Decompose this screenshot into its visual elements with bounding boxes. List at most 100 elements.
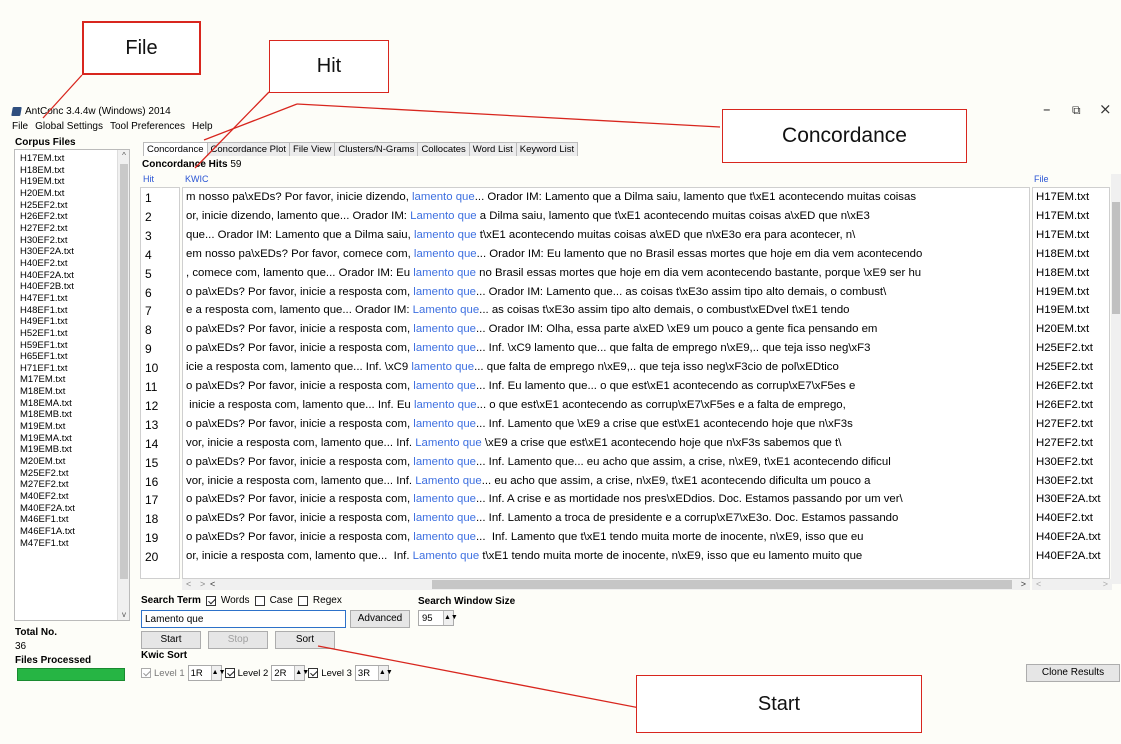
scroll-left-icon[interactable]: <: [210, 579, 215, 589]
corpus-file-item[interactable]: M47EF1.txt: [20, 538, 120, 550]
corpus-file-item[interactable]: H40EF2B.txt: [20, 281, 120, 293]
corpus-file-item[interactable]: M18EMB.txt: [20, 409, 120, 421]
scroll-right-icon[interactable]: >: [1103, 579, 1108, 589]
corpus-file-item[interactable]: H25EF2.txt: [20, 200, 120, 212]
corpus-file-item[interactable]: H59EF1.txt: [20, 340, 120, 352]
kwic-line[interactable]: , comece com, lamento que... Orador IM: …: [186, 267, 921, 279]
file-column[interactable]: H17EM.txt H17EM.txt H17EM.txt H18EM.txt H18E…: [1032, 187, 1110, 579]
concordance-scroll-thumb[interactable]: [1112, 202, 1120, 314]
level3-checkbox[interactable]: [308, 668, 319, 678]
corpus-file-item[interactable]: M18EMA.txt: [20, 398, 120, 410]
scroll-left-icon[interactable]: <: [186, 579, 191, 589]
hit-file-name[interactable]: H30EF2.txt: [1036, 475, 1093, 487]
words-checkbox[interactable]: [205, 595, 216, 606]
file-horizontal-scrollbar[interactable]: < >: [1032, 579, 1112, 590]
regex-checkbox[interactable]: [297, 595, 308, 606]
kwic-line[interactable]: inicie a resposta com, lamento que... In…: [186, 399, 846, 411]
corpus-file-item[interactable]: H30EF2A.txt: [20, 246, 120, 258]
corpus-scroll-thumb[interactable]: [120, 164, 128, 579]
kwic-line[interactable]: o pa\xEDs? Por favor, inicie a resposta …: [186, 380, 855, 392]
search-term-input[interactable]: [141, 610, 346, 628]
hit-file-name[interactable]: H40EF2A.txt: [1036, 550, 1101, 562]
kwic-line[interactable]: o pa\xEDs? Por favor, inicie a resposta …: [186, 323, 877, 335]
corpus-file-item[interactable]: H65EF1.txt: [20, 351, 120, 363]
tab-concordance-plot[interactable]: Concordance Plot: [206, 142, 291, 156]
corpus-file-item[interactable]: M46EF1A.txt: [20, 526, 120, 538]
corpus-file-item[interactable]: H17EM.txt: [20, 153, 120, 165]
scroll-up-icon[interactable]: ^: [118, 151, 129, 160]
hit-file-name[interactable]: H40EF2A.txt: [1036, 531, 1101, 543]
kwic-line[interactable]: or, inicie dizendo, lamento que... Orado…: [186, 210, 870, 222]
corpus-file-item[interactable]: H47EF1.txt: [20, 293, 120, 305]
kwic-horizontal-scrollbar[interactable]: < > < >: [182, 579, 1030, 590]
level1-spinner[interactable]: 1R ▲▼: [187, 665, 226, 681]
corpus-file-item[interactable]: H71EF1.txt: [20, 363, 120, 375]
search-window-size-spinner[interactable]: 95 ▲▼: [418, 610, 458, 626]
menu-global-settings[interactable]: Global Settings: [35, 121, 103, 135]
kwic-line[interactable]: o pa\xEDs? Por favor, inicie a resposta …: [186, 286, 886, 298]
level3-spinner[interactable]: 3R ▲▼: [354, 665, 393, 681]
minimize-icon[interactable]: –: [1043, 100, 1051, 118]
corpus-file-item[interactable]: M17EM.txt: [20, 374, 120, 386]
level2-spinner[interactable]: 2R ▲▼: [271, 665, 309, 681]
spinner-arrows-icon[interactable]: ▲▼: [210, 666, 226, 680]
level2-checkbox[interactable]: [224, 668, 235, 678]
advanced-button[interactable]: Advanced: [350, 610, 410, 628]
hit-file-name[interactable]: H17EM.txt: [1036, 191, 1089, 203]
hit-file-name[interactable]: H27EF2.txt: [1036, 418, 1093, 430]
kwic-line[interactable]: m nosso pa\xEDs? Por favor, inicie dizen…: [186, 191, 916, 203]
kwic-line[interactable]: em nosso pa\xEDs? Por favor, comece com,…: [186, 248, 922, 260]
hit-file-name[interactable]: H17EM.txt: [1036, 210, 1089, 222]
corpus-file-item[interactable]: M19EMA.txt: [20, 433, 120, 445]
corpus-file-item[interactable]: H48EF1.txt: [20, 305, 120, 317]
hit-file-name[interactable]: H30EF2A.txt: [1036, 493, 1101, 505]
hit-file-name[interactable]: H40EF2.txt: [1036, 512, 1093, 524]
column-header-file[interactable]: File: [1034, 174, 1049, 184]
sort-button[interactable]: Sort: [275, 631, 335, 649]
kwic-line[interactable]: o pa\xEDs? Por favor, inicie a resposta …: [186, 493, 903, 505]
tab-file-view[interactable]: File View: [289, 142, 336, 156]
kwic-line[interactable]: vor, inicie a resposta com, lamento que.…: [186, 475, 870, 487]
corpus-file-item[interactable]: H40EF2A.txt: [20, 270, 120, 282]
corpus-file-item[interactable]: H18EM.txt: [20, 165, 120, 177]
hit-file-name[interactable]: H26EF2.txt: [1036, 380, 1093, 392]
corpus-file-item[interactable]: H49EF1.txt: [20, 316, 120, 328]
column-header-hit[interactable]: Hit: [143, 174, 154, 184]
scroll-left-icon[interactable]: <: [1036, 579, 1041, 589]
corpus-file-item[interactable]: M27EF2.txt: [20, 479, 120, 491]
corpus-file-item[interactable]: M19EM.txt: [20, 421, 120, 433]
corpus-file-item[interactable]: M46EF1.txt: [20, 514, 120, 526]
menu-help[interactable]: Help: [192, 121, 213, 135]
scroll-right-icon[interactable]: >: [200, 579, 205, 589]
corpus-file-item[interactable]: M20EM.txt: [20, 456, 120, 468]
corpus-file-item[interactable]: H20EM.txt: [20, 188, 120, 200]
tab-concordance[interactable]: Concordance: [143, 142, 208, 156]
corpus-file-item[interactable]: H27EF2.txt: [20, 223, 120, 235]
concordance-vertical-scrollbar[interactable]: [1111, 174, 1121, 584]
kwic-column[interactable]: m nosso pa\xEDs? Por favor, inicie dizen…: [182, 187, 1030, 579]
maximize-icon[interactable]: ⧉: [1072, 103, 1081, 118]
hit-file-name[interactable]: H18EM.txt: [1036, 267, 1089, 279]
kwic-line[interactable]: o pa\xEDs? Por favor, inicie a resposta …: [186, 531, 864, 543]
hit-file-name[interactable]: H19EM.txt: [1036, 304, 1089, 316]
spinner-arrows-icon[interactable]: ▲▼: [443, 611, 458, 625]
stop-button[interactable]: Stop: [208, 631, 268, 649]
hit-file-name[interactable]: H19EM.txt: [1036, 286, 1089, 298]
start-button[interactable]: Start: [141, 631, 201, 649]
close-icon[interactable]: ×: [1099, 100, 1112, 118]
kwic-line[interactable]: que... Orador IM: Lamento que a Dilma sa…: [186, 229, 855, 241]
corpus-scrollbar[interactable]: ^ v: [117, 150, 129, 620]
kwic-line[interactable]: o pa\xEDs? Por favor, inicie a resposta …: [186, 418, 853, 430]
hit-file-name[interactable]: H25EF2.txt: [1036, 361, 1093, 373]
kwic-line[interactable]: o pa\xEDs? Por favor, inicie a resposta …: [186, 512, 898, 524]
case-checkbox[interactable]: [254, 595, 265, 606]
corpus-file-item[interactable]: H30EF2.txt: [20, 235, 120, 247]
corpus-file-item[interactable]: M18EM.txt: [20, 386, 120, 398]
hit-file-name[interactable]: H27EF2.txt: [1036, 437, 1093, 449]
hit-file-name[interactable]: H20EM.txt: [1036, 323, 1089, 335]
hit-file-name[interactable]: H26EF2.txt: [1036, 399, 1093, 411]
kwic-line[interactable]: icie a resposta com, lamento que... Inf.…: [186, 361, 839, 373]
corpus-file-item[interactable]: H19EM.txt: [20, 176, 120, 188]
scroll-right-icon[interactable]: >: [1021, 579, 1026, 589]
tab-word-list[interactable]: Word List: [468, 142, 517, 156]
